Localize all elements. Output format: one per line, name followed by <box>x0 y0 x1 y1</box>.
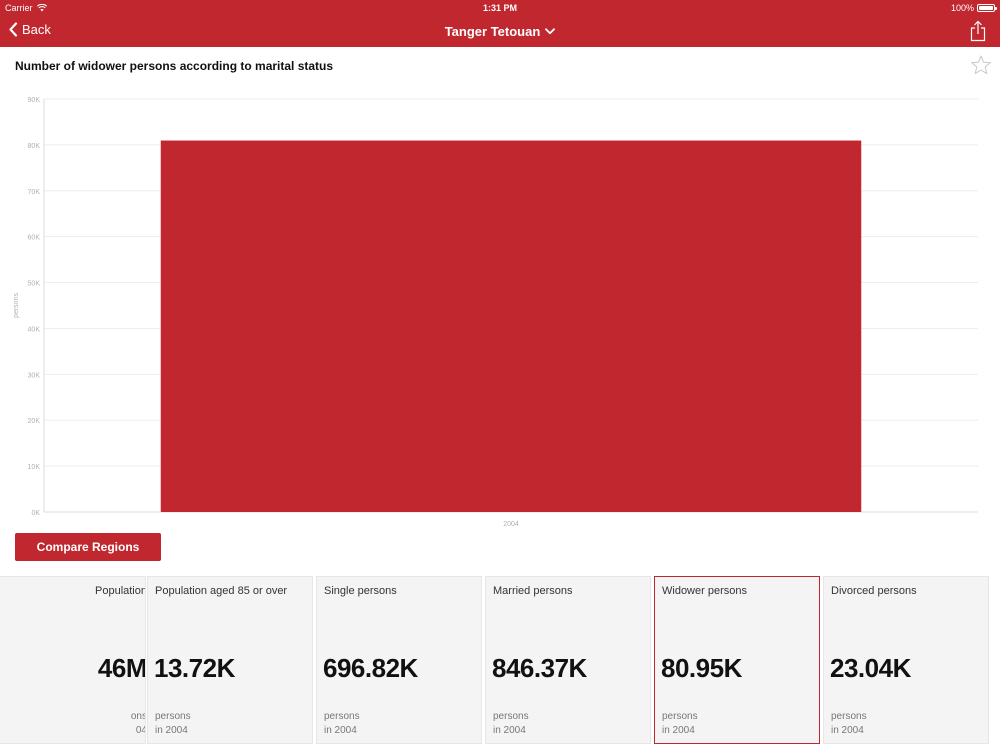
indicator-card[interactable]: Population aged 85 or over 13.72K persons i… <box>147 576 313 744</box>
card-label: Widower persons <box>662 585 747 597</box>
x-tick-label: 2004 <box>503 521 519 528</box>
card-unit: persons <box>324 711 360 722</box>
card-value: 13.72K <box>154 653 235 683</box>
bar[interactable] <box>160 140 862 512</box>
status-bar: Carrier 1:31 PM 100% <box>0 0 1000 16</box>
card-value: 80.95K <box>661 653 742 683</box>
card-year: in 2004 <box>493 725 526 736</box>
card-unit: persons <box>831 711 867 722</box>
card-year: in 2004 <box>662 725 695 736</box>
indicator-card[interactable]: Single persons 696.82K persons in 2004 <box>316 576 482 744</box>
card-label: Population aged 85 or over <box>155 585 288 597</box>
card-value: 846.37K <box>492 653 587 683</box>
y-axis-label: persons <box>13 293 20 318</box>
y-tick-label: 70K <box>28 189 41 196</box>
clock: 1:31 PM <box>482 3 517 13</box>
card-unit: persons <box>155 711 191 722</box>
y-tick-label: 20K <box>28 418 41 425</box>
card-year: in 2004 <box>155 725 188 736</box>
share-icon[interactable] <box>970 20 986 42</box>
card-unit: ons <box>130 711 146 722</box>
navigation-bar: Back Tanger Tetouan <box>0 16 1000 47</box>
region-title: Tanger Tetouan <box>444 24 541 39</box>
y-tick-label: 80K <box>28 143 41 150</box>
battery-percent: 100% <box>950 3 974 13</box>
chevron-down-icon <box>545 28 556 35</box>
card-label: Married persons <box>493 585 573 597</box>
star-favorite-icon[interactable] <box>970 54 992 76</box>
top-bar: Carrier 1:31 PM 100% Back Tanger Tetouan <box>0 0 1000 47</box>
indicator-card[interactable]: Married persons 846.37K persons in 2004 <box>485 576 651 744</box>
card-year: in 2004 <box>324 725 357 736</box>
y-tick-label: 90K <box>28 97 41 104</box>
y-tick-label: 30K <box>28 372 41 379</box>
indicator-card[interactable]: Population 46M ons 04 <box>0 576 146 744</box>
y-tick-label: 50K <box>28 281 41 288</box>
compare-regions-button[interactable]: Compare Regions <box>15 533 161 561</box>
indicator-card[interactable]: Widower persons 80.95K persons in 2004 <box>654 576 820 744</box>
bar-chart: 0K 10K 20K 30K 40K 50K 60K 70K 80K 90K persons 2004 <box>13 97 978 528</box>
battery-icon <box>977 4 997 12</box>
indicator-card[interactable]: Divorced persons 23.04K persons in 2004 <box>823 576 989 744</box>
region-selector[interactable]: Tanger Tetouan <box>445 24 556 39</box>
card-label: Divorced persons <box>831 585 917 597</box>
chart-title: Number of widower persons according to m… <box>15 59 334 73</box>
card-value: 696.82K <box>323 653 418 683</box>
card-year: 04 <box>135 725 146 736</box>
y-tick-label: 10K <box>28 464 41 471</box>
card-value: 23.04K <box>830 653 911 683</box>
card-year: in 2004 <box>831 725 864 736</box>
y-tick-label: 60K <box>28 235 41 242</box>
card-unit: persons <box>493 711 529 722</box>
card-label: Single persons <box>324 585 397 597</box>
card-unit: persons <box>662 711 698 722</box>
card-value: 46M <box>97 653 146 683</box>
battery-indicator: 100% <box>950 3 997 13</box>
y-tick-label: 0K <box>31 510 40 517</box>
card-label: Population <box>95 585 146 597</box>
y-tick-label: 40K <box>28 326 41 333</box>
indicator-cards: Population 46M ons 04 Population aged 85 or … <box>0 576 1000 744</box>
